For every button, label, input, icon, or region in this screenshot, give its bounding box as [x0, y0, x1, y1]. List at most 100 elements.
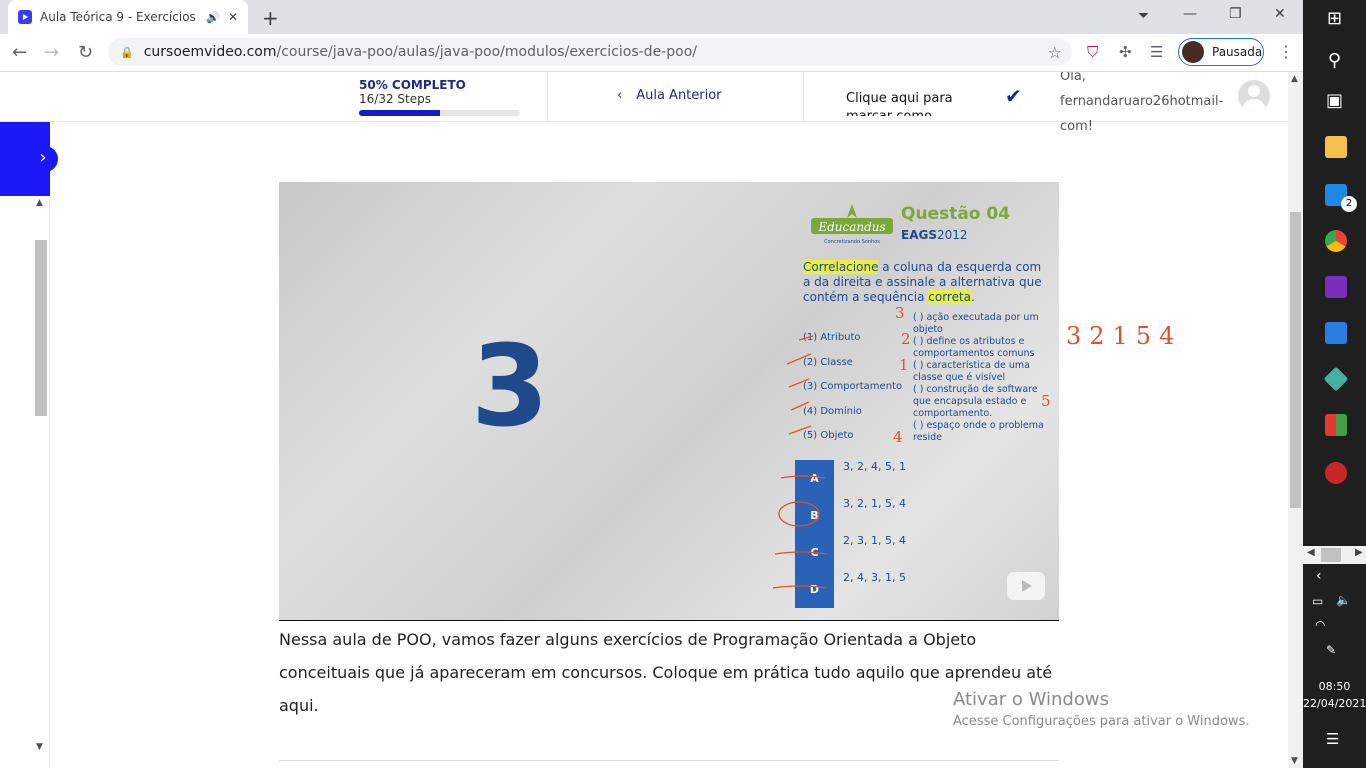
- snipping-tool-icon[interactable]: [1325, 462, 1347, 484]
- progress-bar-fill: [359, 110, 440, 116]
- scroll-left-arrow-icon[interactable]: ◀: [1307, 547, 1315, 558]
- pen-icon[interactable]: ✎: [1326, 643, 1336, 657]
- onenote-icon[interactable]: [1325, 276, 1347, 298]
- url-path: /course/java-poo/aulas/java-poo/modulos/…: [276, 44, 697, 60]
- ink-mark: 4: [893, 428, 903, 446]
- notifications-icon[interactable]: ☰: [1326, 730, 1339, 748]
- browser-toolbar: ← → ↻ 🔒 cursoemvideo.com/course/java-poo…: [0, 34, 1303, 72]
- tab-title: Aula Teórica 9 - Exercícios de: [40, 10, 199, 24]
- scrollbar-thumb[interactable]: [35, 240, 47, 416]
- user-greeting: Olá, fernandaruaro26hotmail- com!: [1060, 72, 1223, 139]
- ink-mark: 3: [895, 304, 905, 322]
- ink-mark: 5: [1041, 392, 1051, 410]
- mark-complete-button[interactable]: Clique aqui para marcar como concluído: [846, 90, 996, 116]
- taskbar-scrollbar[interactable]: ◀ ▶: [1303, 546, 1366, 564]
- tab-close-icon[interactable]: ✕: [228, 10, 238, 24]
- divider: [547, 72, 548, 122]
- page-scrollbar[interactable]: ▲ ▼: [1288, 72, 1303, 768]
- checkmark-icon[interactable]: ✔: [1005, 84, 1022, 108]
- previous-lesson-label: Aula Anterior: [636, 88, 722, 103]
- ink-stroke: [786, 353, 812, 365]
- video-player[interactable]: 3 Educandus Concretizando Sonhos Questão…: [279, 182, 1059, 621]
- chevron-left-icon[interactable]: ‹: [1316, 568, 1322, 584]
- minimize-button[interactable]: —: [1183, 6, 1197, 22]
- previous-lesson-link[interactable]: ‹ Aula Anterior: [617, 88, 722, 103]
- scroll-up-arrow-icon[interactable]: ▲: [1291, 74, 1298, 84]
- ink-stroke: [774, 551, 828, 555]
- app-window-icon[interactable]: [1325, 322, 1347, 344]
- restore-button[interactable]: ❐: [1229, 6, 1242, 22]
- windows-start-icon[interactable]: ⊞: [1303, 8, 1366, 29]
- windows-activation-watermark: Ativar o Windows Acesse Configurações pa…: [953, 689, 1249, 729]
- ink-stroke: [798, 335, 814, 341]
- page-content: 50% COMPLETO 16/32 Steps ‹ Aula Anterior …: [0, 72, 1303, 768]
- office-icon[interactable]: [1325, 414, 1347, 436]
- ink-stroke: [772, 585, 828, 589]
- scroll-down-arrow-icon[interactable]: ▼: [1291, 756, 1298, 766]
- network-icon[interactable]: ◠: [1315, 618, 1325, 632]
- profile-button[interactable]: Pausada: [1178, 38, 1264, 66]
- lesson-description: Nessa aula de POO, vamos fazer alguns ex…: [279, 630, 1053, 715]
- mail-badge: 2: [1341, 196, 1357, 212]
- app-cube-icon[interactable]: [1323, 366, 1349, 392]
- speaker-icon[interactable]: 🔊: [206, 11, 220, 24]
- tab-search-icon[interactable]: ⏷: [1138, 8, 1149, 24]
- scroll-down-arrow-icon[interactable]: ▼: [36, 742, 43, 752]
- search-icon[interactable]: ⚲: [1303, 50, 1366, 71]
- greeting-email: fernandaruaro26hotmail-: [1060, 94, 1224, 109]
- ink-mark: 1: [899, 356, 909, 374]
- reload-icon[interactable]: ↻: [78, 42, 93, 63]
- sidebar-border: [49, 196, 50, 768]
- chrome-icon[interactable]: [1325, 230, 1347, 252]
- media-queue-icon[interactable]: ☰: [1150, 43, 1163, 61]
- lock-icon: 🔒: [120, 45, 134, 59]
- file-explorer-icon[interactable]: [1325, 136, 1347, 158]
- chevron-right-icon[interactable]: ›: [28, 146, 58, 172]
- user-avatar-icon[interactable]: [1238, 80, 1270, 112]
- task-view-icon[interactable]: ▣: [1303, 90, 1366, 111]
- bookmark-star-icon[interactable]: ☆: [1048, 43, 1062, 62]
- volume-icon[interactable]: 🔈: [1336, 593, 1351, 607]
- progress-block: 50% COMPLETO 16/32 Steps: [359, 78, 520, 116]
- browser-chrome: Aula Teórica 9 - Exercícios de 🔊 ✕ + ⏷ —…: [0, 0, 1303, 72]
- battery-icon[interactable]: ▭: [1312, 594, 1323, 608]
- scroll-right-arrow-icon[interactable]: ▶: [1355, 547, 1363, 558]
- progress-label: 50% COMPLETO: [359, 78, 466, 92]
- watermark-title: Ativar o Windows: [953, 689, 1109, 710]
- back-arrow-icon[interactable]: ←: [12, 42, 27, 63]
- taskbar-clock[interactable]: 08:50 22/04/2021: [1303, 678, 1366, 712]
- divider: [803, 72, 804, 122]
- ink-answer: 32154: [1066, 322, 1183, 350]
- close-window-button[interactable]: ✕: [1274, 6, 1286, 22]
- progress-bar: [359, 110, 520, 116]
- scroll-up-arrow-icon[interactable]: ▲: [36, 198, 43, 208]
- greeting-line: Olá,: [1060, 72, 1086, 84]
- ink-annotations: [772, 335, 828, 589]
- extensions-puzzle-icon[interactable]: ✣: [1119, 43, 1132, 61]
- sidebar-toggle[interactable]: ›: [0, 122, 58, 196]
- ink-stroke: [788, 378, 810, 388]
- browser-tab[interactable]: Aula Teórica 9 - Exercícios de 🔊 ✕: [8, 0, 248, 34]
- steps-label: 16/32 Steps: [359, 92, 431, 106]
- ink-stroke: [790, 401, 810, 411]
- scrollbar-thumb[interactable]: [1290, 212, 1301, 508]
- browser-menu-icon[interactable]: ⋮: [1278, 42, 1294, 61]
- greeting-line: com!: [1060, 119, 1093, 134]
- lesson-navigation-bar: 50% COMPLETO 16/32 Steps ‹ Aula Anterior …: [0, 72, 1288, 134]
- address-bar[interactable]: 🔒 cursoemvideo.com/course/java-poo/aulas…: [108, 38, 1072, 66]
- ink-mark: 2: [901, 330, 911, 348]
- chevron-left-icon: ‹: [617, 88, 623, 103]
- watermark-subtitle: Acesse Configurações para ativar o Windo…: [953, 714, 1250, 729]
- forward-arrow-icon[interactable]: →: [44, 42, 59, 63]
- sidebar-scrollbar[interactable]: ▲ ▼: [33, 196, 48, 752]
- ink-stroke: [780, 475, 826, 479]
- youtube-play-icon[interactable]: [1007, 572, 1045, 600]
- url-host: cursoemvideo.com: [143, 44, 277, 60]
- profile-label: Pausada: [1212, 45, 1263, 59]
- divider: [279, 760, 1059, 761]
- new-tab-button[interactable]: +: [262, 6, 279, 30]
- extension-pocket-icon[interactable]: ⛉: [1087, 43, 1098, 61]
- ink-circle: [778, 501, 820, 527]
- scrollbar-thumb[interactable]: [1321, 548, 1341, 562]
- avatar: [1182, 41, 1204, 63]
